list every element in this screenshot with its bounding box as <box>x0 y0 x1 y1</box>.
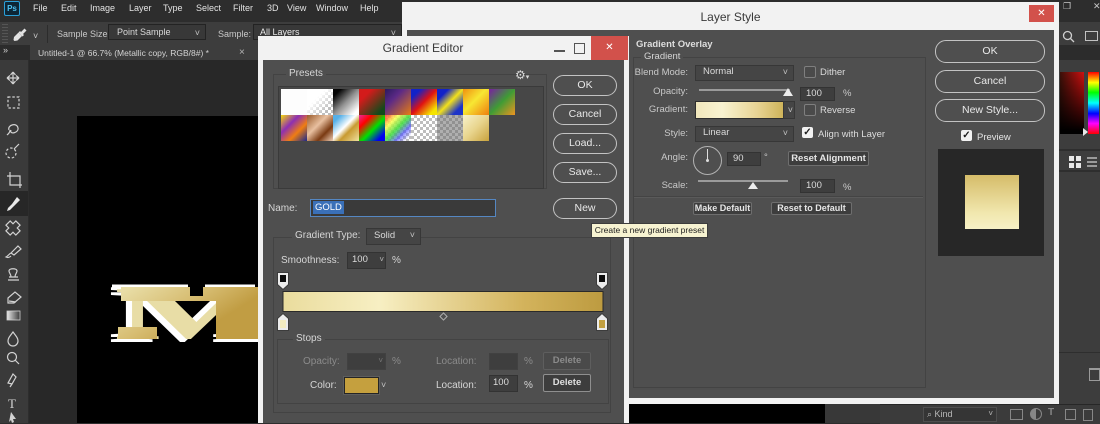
svg-text:T: T <box>8 396 16 411</box>
